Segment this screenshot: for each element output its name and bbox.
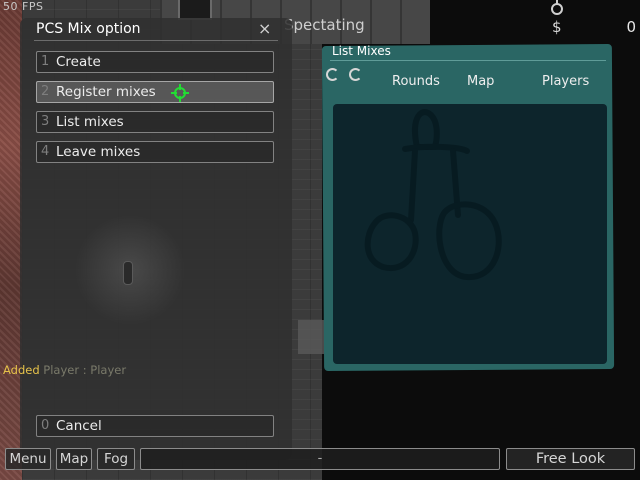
option-register-mixes[interactable]: 2 Register mixes	[36, 81, 274, 103]
option-label: Leave mixes	[56, 144, 141, 160]
scribble-drawing	[364, 109, 502, 281]
option-number: 3	[41, 114, 50, 129]
option-label: Register mixes	[56, 84, 156, 100]
timer-icon	[551, 0, 563, 15]
chat-input[interactable]: -	[140, 448, 500, 470]
list-mixes-title: List Mixes	[332, 44, 391, 58]
column-players[interactable]: Players	[542, 74, 589, 89]
wall-segment	[298, 320, 324, 354]
option-create[interactable]: 1 Create	[36, 51, 274, 73]
crosshair-cursor-icon	[171, 84, 189, 102]
window	[178, 0, 212, 20]
column-map[interactable]: Map	[467, 74, 494, 89]
menu-title: PCS Mix option	[36, 21, 141, 37]
chat-name: Added	[3, 363, 40, 377]
refresh-icon[interactable]	[326, 68, 339, 81]
cancel-button[interactable]: 0 Cancel	[36, 415, 274, 437]
option-label: Create	[56, 54, 101, 70]
option-number: 4	[41, 144, 50, 159]
money-value: 0	[626, 18, 636, 36]
fog-button[interactable]: Fog	[97, 448, 135, 470]
title-divider	[330, 60, 606, 61]
red-brick-wall	[0, 0, 22, 480]
dollar-icon: $	[552, 18, 562, 36]
option-list-mixes[interactable]: 3 List mixes	[36, 111, 274, 133]
option-label: List mixes	[56, 114, 124, 130]
fps-counter: 50 FPS	[3, 0, 44, 13]
option-number: 0	[41, 418, 50, 433]
column-rounds[interactable]: Rounds	[392, 74, 440, 89]
reload-icon[interactable]	[349, 68, 362, 81]
close-icon[interactable]: ×	[258, 19, 271, 38]
option-number: 2	[41, 84, 50, 99]
option-label: Cancel	[56, 418, 102, 434]
option-leave-mixes[interactable]: 4 Leave mixes	[36, 141, 274, 163]
option-number: 1	[41, 54, 50, 69]
menu-button[interactable]: Menu	[5, 448, 51, 470]
map-button[interactable]: Map	[56, 448, 92, 470]
chat-line: Added Player : Player	[3, 363, 126, 377]
menu-divider	[34, 40, 278, 41]
lamp-object	[123, 261, 133, 285]
free-look-button[interactable]: Free Look	[506, 448, 635, 470]
spectating-label: Spectating	[284, 16, 365, 34]
chat-message: Player : Player	[39, 363, 127, 377]
